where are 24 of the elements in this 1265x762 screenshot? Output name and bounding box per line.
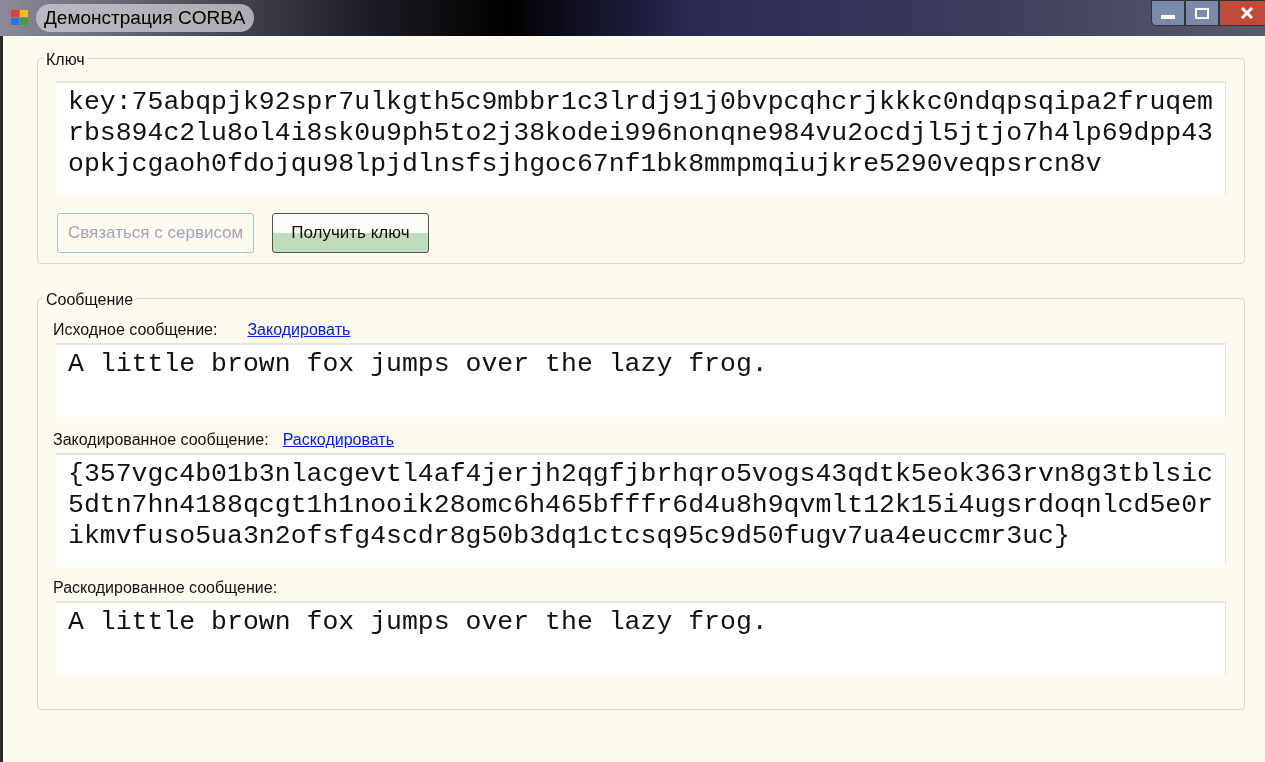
text-box[interactable]: A little brown fox jumps over the lazy frog. <box>56 343 1226 417</box>
maximize-button[interactable] <box>1185 0 1219 26</box>
text-line: {357vgc4b01b3nlacgevtl4af4jerjh2qgfjbrhqro5vogs43qdtk5eok363rvn8g3tblsic <box>68 459 1213 490</box>
text-line: key:75abqpjk92spr7ulkgth5c9mbbr1c3lrdj91j0bvpcqhcrjkkkc0ndqpsqipa2fruqem <box>68 87 1213 118</box>
minimize-button[interactable] <box>1151 0 1185 26</box>
field-label: Закодированное сообщение: <box>53 430 269 450</box>
text-line: rbs894c2lu8ol4i8sk0u9ph5to2j38kodei996nonqne984vu2ocdjl5jtjo7h4lp69dpp43 <box>68 118 1213 149</box>
text-line: A little brown fox jumps over the lazy frog. <box>68 349 769 380</box>
text-line: opkjcgaoh0fdojqu98lpjdlnsfsjhgoc67nf1bk8mmpmqiujkre5290veqpsrcn8v <box>68 149 1103 180</box>
text-box[interactable] <box>56 81 1226 195</box>
field-label: Раскодированное сообщение: <box>53 578 278 598</box>
field-label: Исходное сообщение: <box>53 320 218 340</box>
link[interactable]: Закодировать <box>247 318 351 342</box>
button[interactable]: Получить ключ <box>272 213 429 253</box>
link[interactable]: Раскодировать <box>282 428 394 452</box>
close-icon <box>1241 7 1253 19</box>
app-icon <box>10 8 30 28</box>
text-line: ikmvfuso5ua3n2ofsfg4scdr8g50b3dq1ctcsq95c9d50fugv7ua4euccmr3uc} <box>68 521 1071 552</box>
text-box[interactable]: A little brown fox jumps over the lazy frog. <box>56 601 1226 675</box>
text-line: A little brown fox jumps over the lazy frog. <box>68 607 769 638</box>
text-box[interactable] <box>56 453 1226 565</box>
window-title: Демонстрация CORBA <box>36 3 254 33</box>
close-button[interactable] <box>1219 0 1265 26</box>
text-line: 5dtn7hn4188qcgt1h1nooik28omc6h465bfffr6d4u8h9qvmlt12k15i4ugsrdoqnlcd5e0r <box>68 490 1213 521</box>
